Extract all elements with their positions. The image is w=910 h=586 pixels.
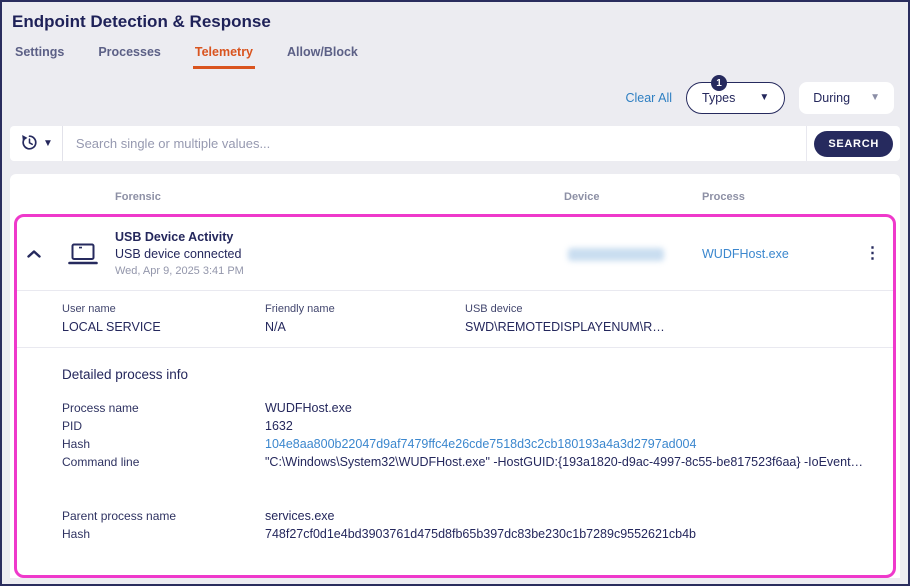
page-title: Endpoint Detection & Response bbox=[12, 12, 894, 32]
tab[interactable]: Settings bbox=[13, 45, 66, 69]
parent-process-info-value: services.exe bbox=[265, 507, 881, 525]
filter-toolbar: Clear All 1 Types ▼ During ▼ bbox=[2, 69, 908, 123]
device-name-redacted bbox=[568, 248, 664, 261]
detail-field-label: User name bbox=[62, 303, 265, 315]
event-row[interactable]: USB Device Activity USB device connected… bbox=[17, 217, 893, 290]
column-header-device: Device bbox=[564, 191, 599, 203]
detail-field-label: USB device bbox=[465, 303, 873, 315]
chevron-down-icon: ▼ bbox=[870, 93, 880, 103]
detail-field: User name LOCAL SERVICE bbox=[62, 303, 265, 334]
search-input[interactable] bbox=[63, 126, 806, 161]
tab[interactable]: Processes bbox=[96, 45, 163, 69]
process-info-label: PID bbox=[62, 417, 265, 435]
event-detail-fields: User name LOCAL SERVICE Friendly name N/… bbox=[17, 291, 893, 347]
row-actions-kebab-icon[interactable]: ⋮ bbox=[865, 246, 881, 262]
search-button-zone: SEARCH bbox=[806, 126, 900, 161]
process-info-value: 104e8aa800b22047d9af7479ffc4e26cde7518d3… bbox=[265, 435, 881, 453]
detail-field-value: N/A bbox=[265, 320, 465, 334]
chevron-down-icon: ▼ bbox=[43, 139, 53, 149]
during-filter-dropdown[interactable]: During ▼ bbox=[799, 82, 894, 114]
detail-field: USB device SWD\REMOTEDISPLAYENUM\R… bbox=[465, 303, 873, 334]
history-clock-icon bbox=[21, 134, 38, 154]
types-filter-label: Types bbox=[702, 91, 735, 105]
detailed-process-info-title: Detailed process info bbox=[17, 348, 893, 382]
process-info-label: Command line bbox=[62, 453, 265, 471]
column-header-process: Process bbox=[702, 191, 745, 203]
event-subtitle: USB device connected bbox=[115, 246, 560, 263]
process-info-row: Hash 104e8aa800b22047d9af7479ffc4e26cde7… bbox=[62, 435, 881, 453]
parent-process-info-label: Parent process name bbox=[62, 507, 265, 525]
parent-process-info-value: 748f27cf0d1e4bd3903761d475d8fb65b397dc83… bbox=[265, 525, 881, 543]
parent-process-info-row: Parent process name services.exe bbox=[62, 507, 881, 525]
process-link[interactable]: WUDFHost.exe bbox=[702, 247, 789, 261]
parent-process-info-label: Hash bbox=[62, 525, 265, 543]
laptop-device-icon bbox=[51, 243, 115, 265]
types-filter-dropdown[interactable]: 1 Types ▼ bbox=[686, 82, 785, 114]
process-info-row: Process name WUDFHost.exe bbox=[62, 399, 881, 417]
chevron-up-icon bbox=[27, 250, 41, 258]
process-info-row: Command line "C:\Windows\System32\WUDFHo… bbox=[62, 453, 881, 471]
search-button[interactable]: SEARCH bbox=[814, 131, 893, 157]
process-info-row: PID 1632 bbox=[62, 417, 881, 435]
detail-field-value: SWD\REMOTEDISPLAYENUM\R… bbox=[465, 320, 873, 334]
tab[interactable]: Telemetry bbox=[193, 45, 255, 69]
column-header-forensic: Forensic bbox=[115, 191, 161, 203]
during-filter-label: During bbox=[813, 91, 850, 105]
event-process-cell: WUDFHost.exe bbox=[702, 245, 852, 263]
process-info-list: Process name WUDFHost.exe PID 1632 Hash … bbox=[17, 382, 893, 471]
process-info-label: Process name bbox=[62, 399, 265, 417]
tab[interactable]: Allow/Block bbox=[285, 45, 360, 69]
telemetry-table: Forensic Device Process bbox=[10, 174, 900, 578]
event-title: USB Device Activity bbox=[115, 229, 560, 246]
collapse-row-button[interactable] bbox=[23, 246, 45, 262]
search-bar: ▼ SEARCH bbox=[10, 126, 900, 161]
chevron-down-icon: ▼ bbox=[759, 93, 769, 103]
event-device-cell bbox=[560, 248, 702, 261]
search-history-dropdown[interactable]: ▼ bbox=[10, 126, 63, 161]
edr-window: Endpoint Detection & Response Settings P… bbox=[0, 0, 910, 586]
detail-field-label: Friendly name bbox=[265, 303, 465, 315]
process-info-value: WUDFHost.exe bbox=[265, 399, 881, 417]
process-info-value: 1632 bbox=[265, 417, 881, 435]
table-header-row: Forensic Device Process bbox=[10, 174, 900, 214]
event-timestamp: Wed, Apr 9, 2025 3:41 PM bbox=[115, 263, 560, 279]
tab-bar: Settings Processes Telemetry Allow/Block bbox=[12, 45, 894, 69]
parent-process-info-list: Parent process name services.exe Hash 74… bbox=[17, 471, 893, 543]
types-filter-count-badge: 1 bbox=[711, 75, 727, 91]
page-header: Endpoint Detection & Response Settings P… bbox=[2, 2, 908, 69]
parent-process-info-row: Hash 748f27cf0d1e4bd3903761d475d8fb65b39… bbox=[62, 525, 881, 543]
process-info-value: "C:\Windows\System32\WUDFHost.exe" -Host… bbox=[265, 453, 881, 471]
event-forensic-cell: USB Device Activity USB device connected… bbox=[115, 229, 560, 279]
detail-field-value: LOCAL SERVICE bbox=[62, 320, 265, 334]
process-info-label: Hash bbox=[62, 435, 265, 453]
highlight-box: USB Device Activity USB device connected… bbox=[14, 214, 896, 578]
clear-all-link[interactable]: Clear All bbox=[625, 91, 672, 105]
detail-field: Friendly name N/A bbox=[265, 303, 465, 334]
